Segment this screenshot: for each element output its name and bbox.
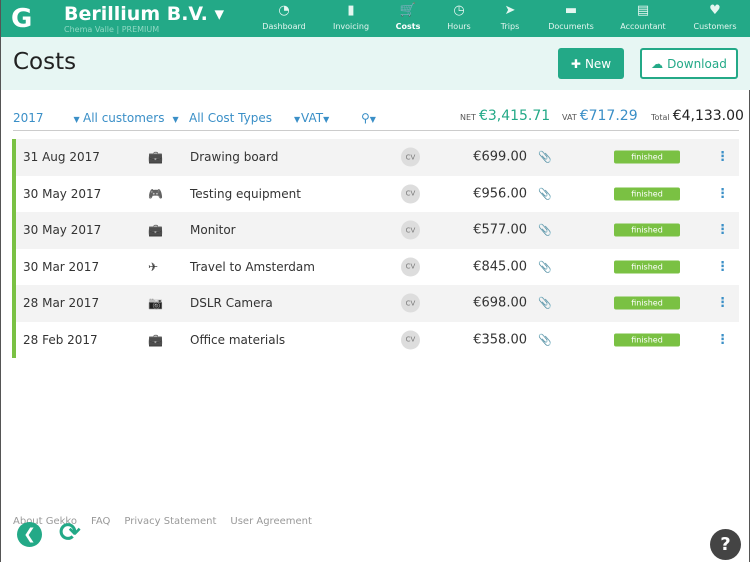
avatar: CV xyxy=(401,220,420,240)
hours-icon: ◷ xyxy=(453,3,465,18)
avatar: CV xyxy=(401,257,420,277)
nav-customers[interactable]: ♥ Customers xyxy=(680,0,750,37)
invoicing-icon: ▮ xyxy=(347,3,355,18)
attachment-icon[interactable]: 📎 xyxy=(538,333,552,346)
cost-date: 30 May 2017 xyxy=(23,223,102,238)
back-button[interactable]: ❮ xyxy=(17,522,42,547)
status-badge: finished xyxy=(614,333,680,347)
more-options-icon[interactable]: ⋮ xyxy=(716,186,729,201)
cost-amount: €698.00 xyxy=(473,295,527,311)
cost-description: Monitor xyxy=(190,223,236,238)
sync-button[interactable]: ⟳ xyxy=(59,518,81,548)
avatar: CV xyxy=(401,184,420,204)
search-icon: ⚲ xyxy=(361,111,370,125)
cost-amount: €845.00 xyxy=(473,259,527,275)
company-switcher[interactable]: Berillium B.V. ▾ xyxy=(64,3,224,25)
nav-trips[interactable]: ➤ Trips xyxy=(475,0,545,37)
cost-types-filter[interactable]: All Cost Types ▼ xyxy=(189,111,300,125)
cost-date: 28 Mar 2017 xyxy=(23,296,100,311)
gamepad-icon: 🎮 xyxy=(148,186,163,201)
footer-link[interactable]: User Agreement xyxy=(230,516,312,527)
cost-description: Travel to Amsterdam xyxy=(190,259,315,274)
cost-row[interactable]: 30 May 2017 🎮 Testing equipment CV €956.… xyxy=(16,176,739,213)
nav-accountant[interactable]: ▤ Accountant xyxy=(608,0,678,37)
user-info: Chema Valle | PREMIUM xyxy=(64,25,160,34)
attachment-icon[interactable]: 📎 xyxy=(538,187,552,200)
attachment-icon[interactable]: 📎 xyxy=(538,297,552,310)
cost-description: Drawing board xyxy=(190,150,279,165)
vat-filter[interactable]: VAT▼ xyxy=(301,111,329,125)
avatar: CV xyxy=(401,330,420,350)
customers-icon: ♥ xyxy=(709,3,721,18)
cost-row[interactable]: 31 Aug 2017 💼 Drawing board CV €699.00 📎… xyxy=(16,139,739,176)
footer-links: About Gekko FAQ Privacy Statement User A… xyxy=(13,516,312,527)
cost-row[interactable]: 28 Mar 2017 📷 DSLR Camera CV €698.00 📎 f… xyxy=(16,285,739,322)
footer-link[interactable]: Privacy Statement xyxy=(124,516,216,527)
customers-filter[interactable]: All customers ▼ xyxy=(83,111,179,125)
status-badge: finished xyxy=(614,260,680,274)
status-badge: finished xyxy=(614,150,680,164)
nav-documents[interactable]: ▬ Documents xyxy=(536,0,606,37)
divider xyxy=(13,130,739,131)
download-button[interactable]: ☁ Download xyxy=(640,48,738,79)
attachment-icon[interactable]: 📎 xyxy=(538,151,552,164)
vat-total: VAT €717.29 xyxy=(562,108,638,124)
documents-icon: ▬ xyxy=(564,3,578,18)
more-options-icon[interactable]: ⋮ xyxy=(716,150,729,165)
year-filter[interactable]: 2017 ▼ xyxy=(13,111,80,125)
cost-date: 30 May 2017 xyxy=(23,186,102,201)
status-badge: finished xyxy=(614,296,680,310)
page-header xyxy=(1,37,750,90)
cloud-download-icon: ☁ xyxy=(651,56,664,71)
briefcase-icon: 💼 xyxy=(148,150,163,165)
page-title: Costs xyxy=(13,49,77,75)
dashboard-icon: ◔ xyxy=(278,3,290,18)
costs-icon: 🛒 xyxy=(399,3,417,18)
briefcase-icon: 💼 xyxy=(148,223,163,238)
cost-date: 28 Feb 2017 xyxy=(23,332,98,347)
cost-description: DSLR Camera xyxy=(190,296,273,311)
avatar: CV xyxy=(401,293,420,313)
cost-amount: €577.00 xyxy=(473,222,527,238)
cost-row[interactable]: 28 Feb 2017 💼 Office materials CV €358.0… xyxy=(16,322,739,359)
attachment-icon[interactable]: 📎 xyxy=(538,260,552,273)
grand-total: Total €4,133.00 xyxy=(651,108,744,124)
briefcase-icon: 💼 xyxy=(148,332,163,347)
new-button[interactable]: ✚ New xyxy=(558,48,624,79)
more-options-icon[interactable]: ⋮ xyxy=(716,296,729,311)
cost-date: 31 Aug 2017 xyxy=(23,150,100,165)
cost-row[interactable]: 30 May 2017 💼 Monitor CV €577.00 📎 finis… xyxy=(16,212,739,249)
cost-description: Testing equipment xyxy=(190,186,301,201)
trips-icon: ➤ xyxy=(504,3,516,18)
footer-link[interactable]: FAQ xyxy=(91,516,110,527)
search-button[interactable]: ⚲▼ xyxy=(361,111,376,125)
plane-icon: ✈ xyxy=(148,259,159,274)
attachment-icon[interactable]: 📎 xyxy=(538,224,552,237)
plus-icon: ✚ xyxy=(570,56,581,71)
status-badge: finished xyxy=(614,187,680,201)
accountant-icon: ▤ xyxy=(636,3,650,18)
gekko-logo[interactable]: G xyxy=(11,4,39,34)
help-button[interactable]: ? xyxy=(710,529,741,560)
more-options-icon[interactable]: ⋮ xyxy=(716,259,729,274)
avatar: CV xyxy=(401,147,420,167)
cost-row[interactable]: 30 Mar 2017 ✈ Travel to Amsterdam CV €84… xyxy=(16,249,739,286)
status-badge: finished xyxy=(614,223,680,237)
cost-amount: €956.00 xyxy=(473,186,527,202)
net-total: NET €3,415.71 xyxy=(460,108,551,124)
cost-description: Office materials xyxy=(190,332,286,347)
cost-amount: €358.00 xyxy=(473,332,527,348)
nav-dashboard[interactable]: ◔ Dashboard xyxy=(249,0,319,37)
cost-list: 31 Aug 2017 💼 Drawing board CV €699.00 📎… xyxy=(12,139,739,358)
camera-icon: 📷 xyxy=(148,296,163,311)
cost-date: 30 Mar 2017 xyxy=(23,259,100,274)
more-options-icon[interactable]: ⋮ xyxy=(716,223,729,238)
more-options-icon[interactable]: ⋮ xyxy=(716,332,729,347)
cost-amount: €699.00 xyxy=(473,149,527,165)
